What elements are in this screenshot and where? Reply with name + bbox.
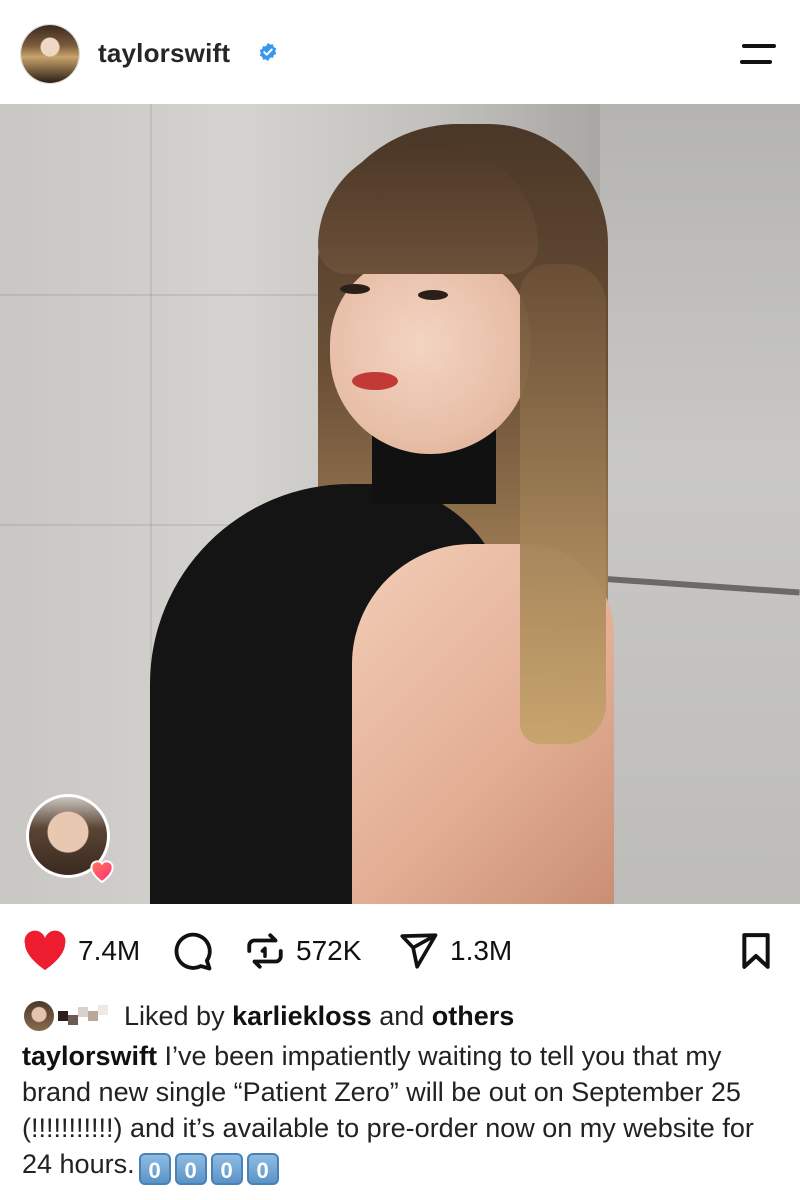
like-button[interactable]: 7.4M xyxy=(22,930,140,972)
wall-panel xyxy=(600,104,800,904)
post-header: taylorswift xyxy=(0,0,800,104)
post-photo[interactable] xyxy=(0,104,800,904)
keycap-zero-emoji: 0 xyxy=(210,1153,243,1185)
liked-by-avatar xyxy=(22,999,56,1033)
repost-button[interactable]: 572K xyxy=(244,930,361,972)
repost-count: 572K xyxy=(296,935,362,966)
liked-by-middle: and xyxy=(379,1000,425,1031)
bookmark-icon xyxy=(742,933,770,969)
repost-icon xyxy=(247,933,283,969)
send-icon xyxy=(400,933,438,969)
liked-by-text: Liked by karliekloss and others xyxy=(124,1001,514,1032)
left-eye xyxy=(340,284,370,294)
comment-bubble-icon xyxy=(174,932,212,971)
comment-button[interactable] xyxy=(170,930,214,972)
verified-badge-icon xyxy=(259,42,277,62)
avatar-image xyxy=(21,25,79,83)
caption-username-link[interactable]: taylorswift xyxy=(22,1041,157,1071)
profile-avatar[interactable] xyxy=(20,24,80,84)
heart-filled-icon xyxy=(24,930,66,971)
keycap-zero-emoji: 0 xyxy=(174,1153,207,1185)
liked-by-row[interactable]: Liked by karliekloss and others xyxy=(22,996,782,1036)
keycap-zero-emoji: 0 xyxy=(138,1153,171,1185)
post-caption: taylorswift I’ve been impatiently waitin… xyxy=(22,1038,782,1185)
liked-by-prefix: Liked by xyxy=(124,1000,225,1031)
hamburger-menu-icon[interactable] xyxy=(736,40,780,70)
save-button[interactable] xyxy=(736,930,776,972)
share-count: 1.3M xyxy=(450,935,513,966)
liked-by-others-link[interactable]: others xyxy=(432,1001,515,1031)
share-button[interactable]: 1.3M xyxy=(396,930,512,972)
like-count: 7.4M xyxy=(78,935,141,966)
action-bar: 7.4M 572K 1.3M xyxy=(0,920,800,984)
liked-by-user-link[interactable]: karliekloss xyxy=(232,1001,372,1031)
right-eye xyxy=(418,290,448,300)
lips xyxy=(352,372,398,390)
hair-strands xyxy=(520,264,606,744)
heart-icon xyxy=(90,860,114,884)
liked-by-avatar-stack xyxy=(58,999,112,1033)
username-link[interactable]: taylorswift xyxy=(98,38,230,69)
keycap-zero-emoji: 0 xyxy=(246,1153,279,1185)
